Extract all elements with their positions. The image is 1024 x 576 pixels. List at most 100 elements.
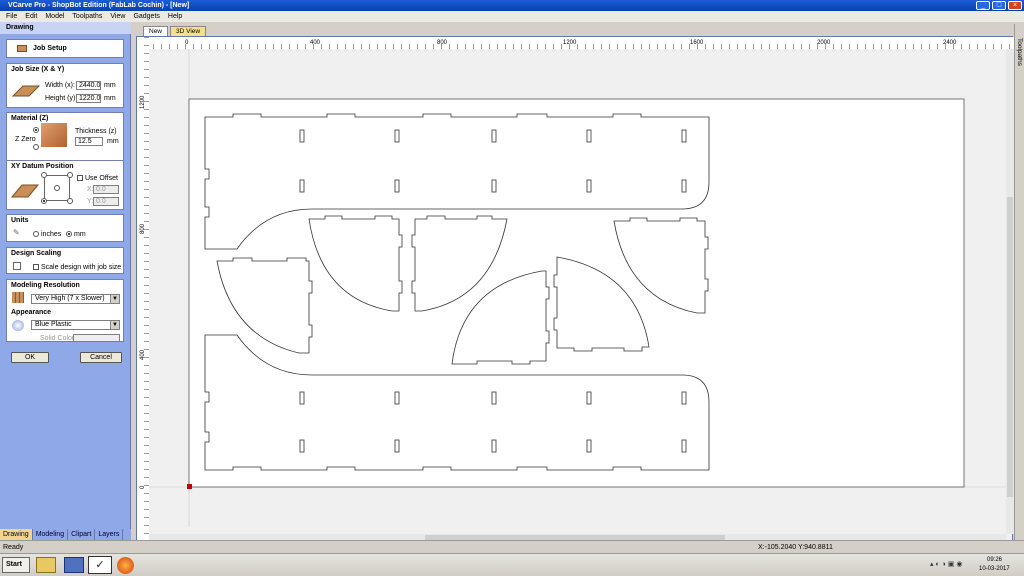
- ruler-label-y400: 400: [140, 349, 146, 360]
- toolpaths-tab[interactable]: Toolpaths: [1016, 38, 1023, 66]
- palette-icon: [12, 320, 24, 331]
- status-bar: Ready X:-105.2040 Y:940.8811: [0, 540, 1024, 553]
- job-setup-icon: [17, 45, 27, 52]
- scaling-icon: [13, 262, 21, 270]
- job-setup-header: Job Setup: [6, 39, 124, 58]
- resolution-dropdown[interactable]: Very High (7 x Slower) ▼: [31, 294, 120, 304]
- datum-section: XY Datum Position Use Offset X: 0.0 Y: 0…: [6, 160, 124, 210]
- menu-edit[interactable]: Edit: [25, 11, 37, 22]
- menu-model[interactable]: Model: [45, 11, 64, 22]
- resolution-title: Modeling Resolution: [11, 282, 80, 289]
- tray-icons[interactable]: ▴ ◐ ◑ ▣ ◉: [930, 560, 962, 568]
- ruler-label-400: 400: [310, 40, 321, 46]
- drawing-view[interactable]: 0 400 800 1200 1600 2000 2400 1200 800 4…: [136, 36, 1014, 542]
- tab-drawing[interactable]: Drawing: [0, 529, 33, 540]
- thickness-input[interactable]: 12.5: [75, 137, 103, 146]
- menu-help[interactable]: Help: [168, 11, 182, 22]
- width-input[interactable]: 2440.0: [76, 81, 101, 90]
- datum-center-radio[interactable]: [54, 185, 60, 191]
- z-zero-top-radio[interactable]: [33, 127, 39, 133]
- panel-tabs: Drawing Modeling Clipart Layers: [0, 529, 131, 540]
- material-title: Material (Z): [11, 115, 49, 122]
- width-unit: mm: [104, 82, 116, 89]
- ok-button[interactable]: OK: [11, 352, 49, 363]
- minimize-button[interactable]: _: [976, 1, 990, 10]
- datum-marker: [187, 484, 192, 489]
- menu-file[interactable]: File: [6, 11, 17, 22]
- datum-br-radio[interactable]: [67, 198, 73, 204]
- datum-bl-radio[interactable]: [41, 198, 47, 204]
- window-controls: _ □ ×: [976, 1, 1022, 10]
- use-offset-checkbox[interactable]: [77, 175, 83, 181]
- tab-layers[interactable]: Layers: [95, 529, 124, 540]
- ruler-label-2400: 2400: [943, 40, 957, 46]
- panel-title: Drawing: [0, 22, 131, 34]
- ruler-label-1600: 1600: [690, 40, 704, 46]
- height-input[interactable]: 1220.0: [76, 94, 101, 103]
- offset-y-input[interactable]: 0.0: [93, 197, 119, 206]
- menu-gadgets[interactable]: Gadgets: [133, 11, 159, 22]
- chevron-down-icon: ▼: [110, 321, 119, 329]
- job-size-section: Job Size (X & Y) Width (x): 2440.0 mm He…: [6, 63, 124, 108]
- ruler-label-y1200: 1200: [140, 95, 146, 109]
- drawing-panel: Drawing Job Setup Job Size (X & Y) Width…: [0, 22, 131, 529]
- datum-sheet-icon: [10, 184, 40, 198]
- start-button[interactable]: Start: [2, 557, 30, 573]
- appearance-value: Blue Plastic: [35, 321, 72, 328]
- tab-modeling[interactable]: Modeling: [33, 529, 69, 540]
- z-zero-bottom-radio[interactable]: [33, 144, 39, 150]
- height-unit: mm: [104, 95, 116, 102]
- material-block-icon: [41, 123, 67, 147]
- appearance-title: Appearance: [11, 309, 52, 316]
- appearance-dropdown[interactable]: Blue Plastic ▼: [31, 320, 120, 330]
- firefox-icon[interactable]: [117, 557, 134, 574]
- close-button[interactable]: ×: [1008, 1, 1022, 10]
- datum-title: XY Datum Position: [11, 163, 74, 170]
- datum-tl-radio[interactable]: [41, 172, 47, 178]
- window-title: VCarve Pro - ShopBot Edition (FabLab Coc…: [8, 2, 190, 9]
- ruler-label-2000: 2000: [817, 40, 831, 46]
- z-zero-label: Z Zero: [15, 136, 36, 143]
- chevron-down-icon: ▼: [110, 295, 119, 303]
- ruler-icon: ✎: [13, 228, 20, 237]
- ruler-label-800: 800: [437, 40, 448, 46]
- datum-tr-radio[interactable]: [67, 172, 73, 178]
- scale-design-checkbox[interactable]: [33, 264, 39, 270]
- clock-date: 10-03-2017: [979, 566, 1010, 572]
- inches-label: inches: [41, 231, 62, 238]
- vertical-scroll-thumb[interactable]: [1007, 197, 1013, 497]
- ruler-label-y800: 800: [140, 223, 146, 234]
- material-sheet: [188, 98, 965, 488]
- width-label: Width (x):: [45, 82, 75, 89]
- taskbar: Start ✓ ▴ ◐ ◑ ▣ ◉ 09:26 10-03-2017: [0, 553, 1024, 576]
- inches-radio[interactable]: [33, 231, 39, 237]
- cancel-button[interactable]: Cancel: [80, 352, 122, 363]
- menu-toolpaths[interactable]: Toolpaths: [72, 11, 102, 22]
- solid-color-dropdown[interactable]: [73, 334, 120, 342]
- maximize-button[interactable]: □: [992, 1, 1006, 10]
- offset-x-input[interactable]: 0.0: [93, 185, 119, 194]
- units-section: Units ✎ inches mm: [6, 214, 124, 242]
- mm-label: mm: [74, 231, 86, 238]
- menu-view[interactable]: View: [110, 11, 125, 22]
- file-explorer-icon[interactable]: [36, 557, 56, 573]
- height-label: Height (y):: [45, 95, 78, 102]
- scaling-title: Design Scaling: [11, 250, 62, 257]
- thickness-unit: mm: [107, 138, 119, 145]
- cursor-coordinates: X:-105.2040 Y:940.8811: [758, 544, 833, 551]
- sheet-size-icon: [11, 85, 41, 97]
- vectric-app-icon[interactable]: ✓: [88, 556, 112, 574]
- title-bar: VCarve Pro - ShopBot Edition (FabLab Coc…: [0, 0, 1024, 11]
- thickness-label: Thickness (z): [75, 128, 117, 135]
- tab-clipart[interactable]: Clipart: [68, 529, 96, 540]
- ruler-label-1200: 1200: [563, 40, 577, 46]
- left-ruler-ticks: [137, 37, 149, 542]
- scale-design-label: Scale design with job size: [41, 264, 122, 271]
- drawing-canvas[interactable]: 0 400 800 1200 1600 2000 2400 1200 800 4…: [137, 37, 1014, 542]
- vcarve-app-icon[interactable]: [64, 557, 84, 573]
- mm-radio[interactable]: [66, 231, 72, 237]
- resolution-icon: [12, 292, 24, 303]
- resolution-appearance-section: Modeling Resolution Very High (7 x Slowe…: [6, 279, 124, 342]
- job-size-title: Job Size (X & Y): [11, 66, 65, 73]
- clock-time: 09:26: [987, 557, 1003, 563]
